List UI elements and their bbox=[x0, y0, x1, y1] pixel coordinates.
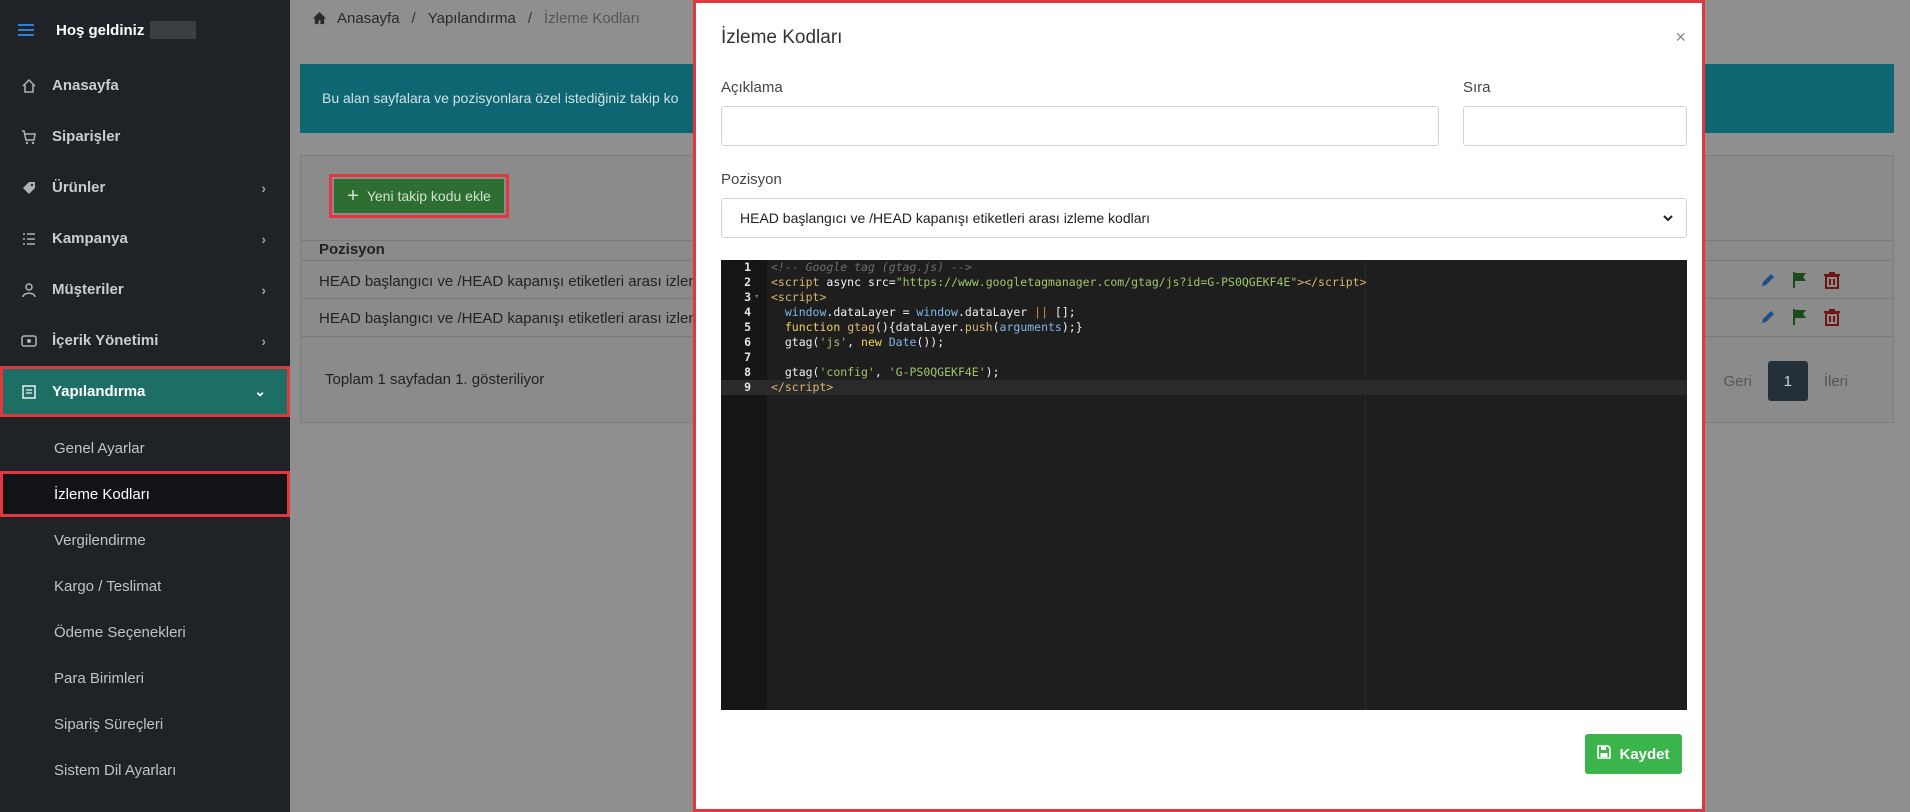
row-actions bbox=[1759, 271, 1841, 289]
chevron-down-icon: ⌄ bbox=[254, 383, 266, 399]
chevron-down-icon bbox=[1662, 211, 1674, 227]
column-header-pozisyon: Pozisyon bbox=[319, 241, 385, 258]
modal-title: İzleme Kodları bbox=[721, 27, 843, 48]
submenu-item-izleme-kodlari[interactable]: İzleme Kodları bbox=[0, 471, 290, 517]
add-tracking-code-button[interactable]: + Yeni takip kodu ekle bbox=[329, 174, 509, 218]
pagination-page[interactable]: 1 bbox=[1767, 361, 1808, 401]
tracking-code-modal: İzleme Kodları × Açıklama Sıra Pozisyon … bbox=[693, 0, 1705, 812]
flag-icon[interactable] bbox=[1791, 308, 1809, 326]
position-label: Pozisyon bbox=[721, 171, 782, 188]
order-label: Sıra bbox=[1463, 79, 1491, 96]
settings-icon bbox=[20, 383, 38, 401]
pagination-prev[interactable]: Geri bbox=[1723, 373, 1751, 390]
sidebar-item-kampanya[interactable]: Kampanya › bbox=[0, 213, 290, 264]
pagination-next[interactable]: İleri bbox=[1824, 373, 1848, 390]
table-row: HEAD başlangıcı ve /HEAD kapanışı etiket… bbox=[319, 310, 710, 327]
save-icon bbox=[1597, 745, 1612, 763]
breadcrumb-home[interactable]: Anasayfa bbox=[337, 10, 400, 27]
sidebar-item-yapilandirma[interactable]: Yapılandırma ⌄ bbox=[0, 366, 290, 417]
username-redacted bbox=[150, 21, 197, 39]
position-select[interactable]: HEAD başlangıcı ve /HEAD kapanışı etiket… bbox=[721, 198, 1687, 238]
breadcrumb-current: İzleme Kodları bbox=[544, 9, 640, 27]
chevron-right-icon: › bbox=[261, 332, 266, 349]
sidebar-item-urunler[interactable]: Ürünler › bbox=[0, 162, 290, 213]
flag-icon[interactable] bbox=[1791, 271, 1809, 289]
code-line: 3 ▾ <script> bbox=[744, 290, 827, 304]
menu-icon[interactable] bbox=[18, 24, 34, 36]
code-line: 6 gtag('js', new Date()); bbox=[744, 335, 945, 349]
code-line: 7 bbox=[744, 350, 751, 364]
breadcrumb-separator: / bbox=[411, 9, 416, 27]
breadcrumb-section[interactable]: Yapılandırma bbox=[428, 10, 516, 27]
sidebar-item-label: Siparişler bbox=[52, 128, 121, 145]
code-editor[interactable]: 1 <!-- Google tag (gtag.js) --> 2 <script … bbox=[721, 260, 1687, 710]
sidebar-item-siparisler[interactable]: Siparişler bbox=[0, 111, 290, 162]
sidebar-item-label: Yapılandırma bbox=[52, 383, 146, 400]
code-line: 5 function gtag(){dataLayer.push(argumen… bbox=[744, 320, 1083, 334]
sidebar-header: Hoş geldiniz bbox=[0, 0, 290, 60]
chevron-right-icon: › bbox=[261, 281, 266, 298]
row-actions bbox=[1759, 308, 1841, 326]
save-button-label: Kaydet bbox=[1619, 745, 1670, 763]
submenu-item-kargo[interactable]: Kargo / Teslimat bbox=[0, 563, 290, 609]
sidebar-item-label: İçerik Yönetimi bbox=[52, 332, 159, 349]
submenu-item-genel-ayarlar[interactable]: Genel Ayarlar bbox=[0, 425, 290, 471]
eye-icon bbox=[20, 332, 38, 350]
code-line: 4 window.dataLayer = window.dataLayer ||… bbox=[744, 305, 1076, 319]
sidebar-item-musteriler[interactable]: Müşteriler › bbox=[0, 264, 290, 315]
order-input[interactable] bbox=[1463, 106, 1687, 146]
breadcrumb-separator: / bbox=[527, 9, 532, 27]
sidebar-submenu: Genel Ayarlar İzleme Kodları Vergilendir… bbox=[0, 417, 290, 793]
edit-icon[interactable] bbox=[1759, 271, 1777, 289]
sidebar-item-label: Anasayfa bbox=[52, 77, 119, 94]
chevron-right-icon: › bbox=[261, 230, 266, 247]
tag-icon bbox=[20, 179, 38, 197]
table-row: HEAD başlangıcı ve /HEAD kapanışı etiket… bbox=[319, 273, 710, 290]
pagination-info: Toplam 1 sayfadan 1. gösteriliyor bbox=[325, 371, 545, 388]
code-line: 9 </script> bbox=[721, 380, 1687, 395]
save-button[interactable]: Kaydet bbox=[1585, 734, 1682, 774]
code-line: 2 <script async src="https://www.googleta… bbox=[744, 275, 1367, 289]
description-input[interactable] bbox=[721, 106, 1439, 146]
chevron-right-icon: › bbox=[261, 179, 266, 196]
cart-icon bbox=[20, 128, 38, 146]
code-line: 8 gtag('config', 'G-PS0QGEKF4E'); bbox=[744, 365, 1000, 379]
list-icon bbox=[20, 230, 38, 248]
pagination: Geri 1 İleri bbox=[1723, 361, 1848, 401]
sidebar-item-icerik-yonetimi[interactable]: İçerik Yönetimi › bbox=[0, 315, 290, 366]
sidebar-item-anasayfa[interactable]: Anasayfa bbox=[0, 60, 290, 111]
sidebar-item-label: Kampanya bbox=[52, 230, 128, 247]
sidebar: Hoş geldiniz Anasayfa Siparişler Ürünler… bbox=[0, 0, 290, 812]
submenu-item-siparis-surecleri[interactable]: Sipariş Süreçleri bbox=[0, 701, 290, 747]
trash-icon[interactable] bbox=[1823, 308, 1841, 326]
description-label: Açıklama bbox=[721, 79, 783, 96]
edit-icon[interactable] bbox=[1759, 308, 1777, 326]
plus-icon: + bbox=[347, 185, 359, 207]
close-icon[interactable]: × bbox=[1675, 27, 1686, 48]
greeting: Hoş geldiniz bbox=[56, 21, 145, 39]
sidebar-item-label: Müşteriler bbox=[52, 281, 124, 298]
add-button-label: Yeni takip kodu ekle bbox=[366, 188, 491, 204]
home-icon bbox=[20, 77, 38, 95]
submenu-item-dil-ayarlari[interactable]: Sistem Dil Ayarları bbox=[0, 747, 290, 793]
submenu-item-para-birimleri[interactable]: Para Birimleri bbox=[0, 655, 290, 701]
info-text: Bu alan sayfalara ve pozisyonlara özel i… bbox=[322, 90, 679, 106]
submenu-item-vergilendirme[interactable]: Vergilendirme bbox=[0, 517, 290, 563]
code-line: 1 <!-- Google tag (gtag.js) --> bbox=[744, 260, 972, 274]
submenu-item-odeme[interactable]: Ödeme Seçenekleri bbox=[0, 609, 290, 655]
home-icon[interactable] bbox=[312, 11, 327, 25]
trash-icon[interactable] bbox=[1823, 271, 1841, 289]
sidebar-item-label: Ürünler bbox=[52, 179, 106, 196]
position-select-value: HEAD başlangıcı ve /HEAD kapanışı etiket… bbox=[740, 210, 1151, 226]
user-icon bbox=[20, 281, 38, 299]
